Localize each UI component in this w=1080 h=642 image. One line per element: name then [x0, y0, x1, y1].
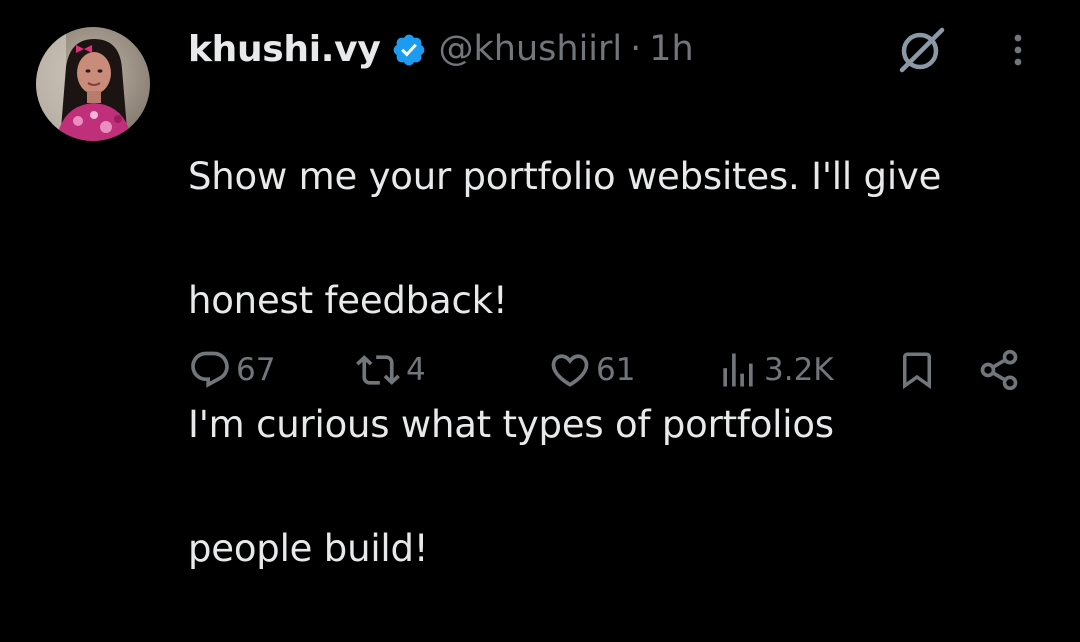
like-icon: [551, 354, 589, 387]
display-name[interactable]: khushi.vy: [188, 29, 381, 70]
like-count: 61: [596, 352, 636, 388]
tweet[interactable]: khushi.vy @khushiirl · 1h Show me your p…: [0, 0, 1080, 570]
reply-icon: [191, 351, 229, 388]
views-button[interactable]: 3.2K: [716, 340, 834, 400]
tweet-text-line: honest feedback!: [188, 279, 508, 322]
reply-button[interactable]: 67: [188, 340, 275, 400]
views-icon: [723, 353, 753, 387]
verified-badge-icon: [391, 32, 427, 68]
reply-count: 67: [236, 352, 276, 388]
repost-count: 4: [406, 352, 426, 388]
separator-dot: ·: [630, 29, 642, 69]
repost-icon: [356, 355, 400, 385]
timestamp[interactable]: 1h: [649, 29, 693, 69]
more-options-icon[interactable]: [1004, 28, 1032, 72]
tweet-header: khushi.vy @khushiirl · 1h: [188, 24, 694, 74]
tweet-text-line: I'm curious what types of portfolios: [188, 403, 834, 446]
avatar[interactable]: [36, 27, 150, 141]
author-handle[interactable]: @khushiirl: [439, 29, 623, 69]
view-count: 3.2K: [764, 352, 834, 388]
bookmark-icon: [903, 352, 931, 390]
share-button[interactable]: [976, 340, 1022, 400]
repost-button[interactable]: 4: [354, 340, 426, 400]
tweet-text-line: Show me your portfolio websites. I'll gi…: [188, 155, 942, 198]
bookmark-button[interactable]: [896, 340, 938, 400]
like-button[interactable]: 61: [548, 340, 635, 400]
grok-icon[interactable]: [896, 24, 948, 76]
action-bar: 67 4 61 3.2K: [0, 340, 1080, 400]
share-icon: [980, 349, 1018, 391]
tweet-text-line: people build!: [188, 527, 429, 570]
